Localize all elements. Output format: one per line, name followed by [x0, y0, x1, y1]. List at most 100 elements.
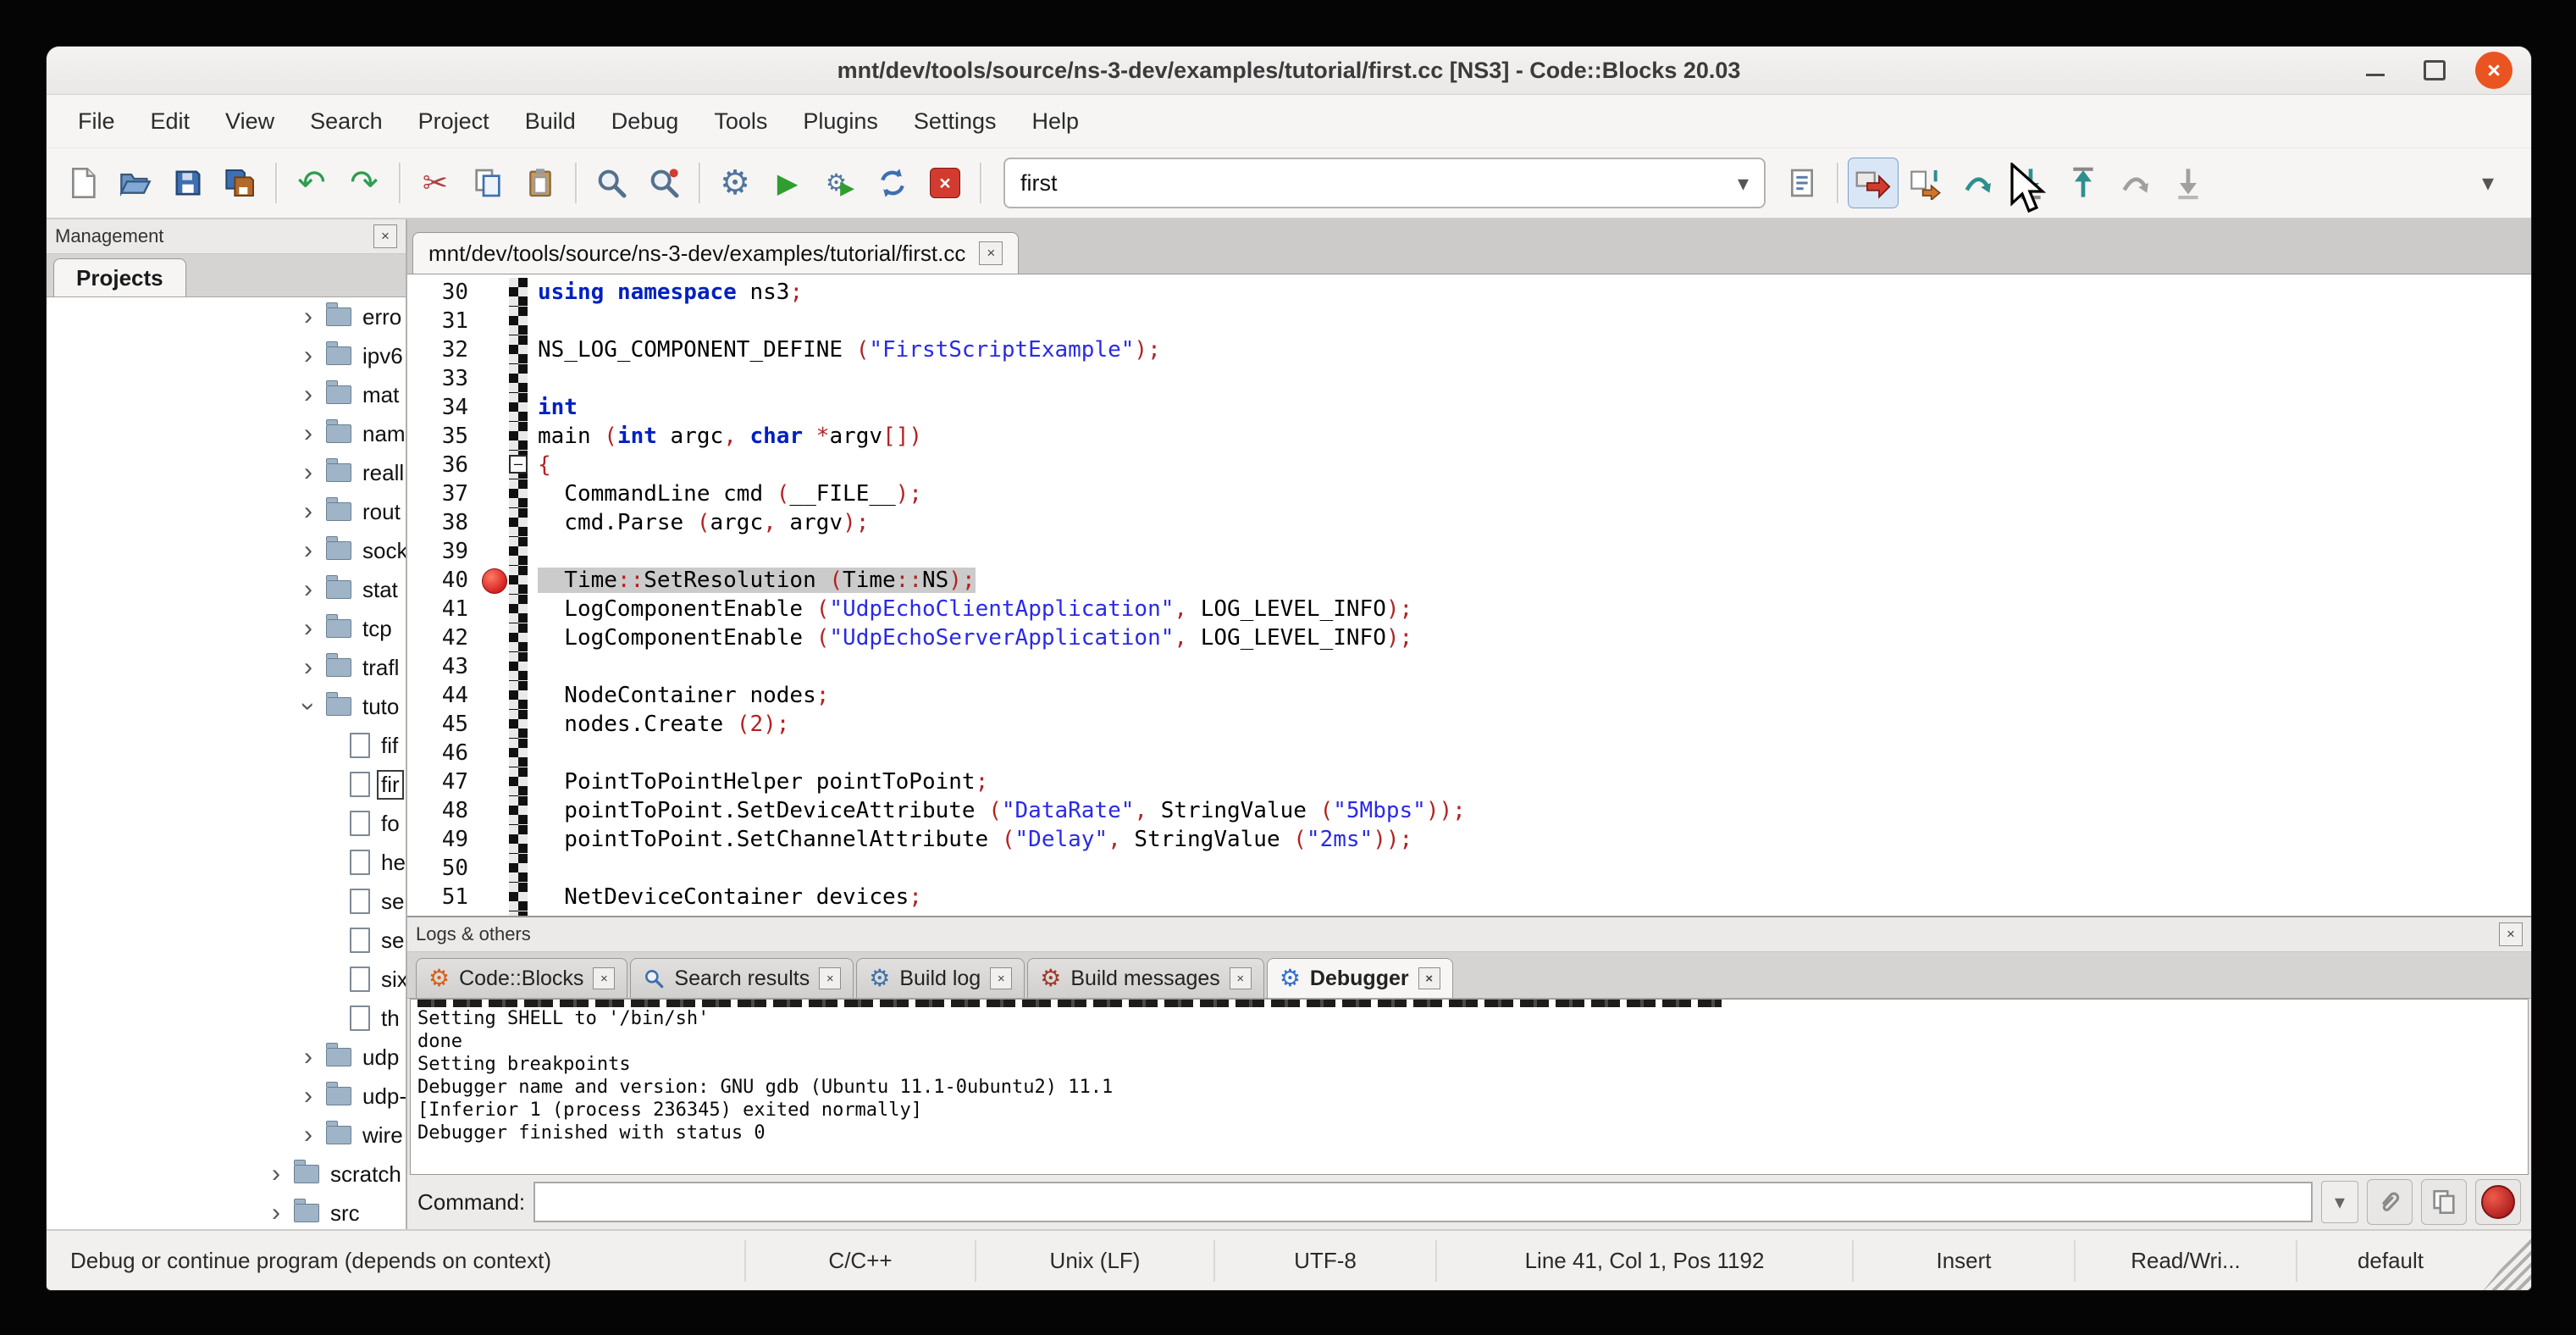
tree-item-six[interactable]: six: [47, 960, 406, 999]
menu-edit[interactable]: Edit: [133, 95, 208, 147]
breakpoint-margin[interactable]: [480, 854, 509, 883]
undo-button[interactable]: ↶: [287, 158, 336, 208]
tree-item-se[interactable]: se: [47, 921, 406, 960]
chevron-down-icon[interactable]: ▾: [1738, 170, 1749, 197]
maximize-button[interactable]: [2416, 52, 2453, 89]
tree-item-src[interactable]: ›src: [47, 1194, 406, 1229]
copy-log-button[interactable]: [2421, 1179, 2467, 1225]
logs-tab-build-log[interactable]: ⚙Build log×: [856, 958, 1025, 998]
toolbar-options-button[interactable]: ▾: [2463, 158, 2512, 208]
breakpoint-margin[interactable]: [480, 479, 509, 508]
step-out-button[interactable]: [2059, 158, 2108, 208]
menu-build[interactable]: Build: [507, 95, 594, 147]
tree-item-udp[interactable]: ›udp: [47, 1038, 406, 1077]
code-editor[interactable]: 30using namespace ns3;3132NS_LOG_COMPONE…: [407, 274, 2531, 916]
tree-item-th[interactable]: th: [47, 999, 406, 1038]
close-tab-button[interactable]: ×: [990, 967, 1012, 989]
tree-item-mat[interactable]: ›mat: [47, 375, 406, 414]
fold-collapse-icon[interactable]: –: [509, 455, 528, 474]
search-combo[interactable]: first▾: [1003, 158, 1766, 208]
menu-help[interactable]: Help: [1014, 95, 1097, 147]
tree-item-erro[interactable]: ›erro: [47, 297, 406, 336]
breakpoint-margin[interactable]: [480, 393, 509, 422]
open-files-list-button[interactable]: [1777, 158, 1827, 208]
breakpoint-margin[interactable]: [480, 911, 509, 916]
chevron-right-icon[interactable]: ›: [297, 497, 319, 526]
save-all-button[interactable]: [216, 158, 265, 208]
build-and-run-button[interactable]: ⚙▶: [815, 158, 865, 208]
tree-item-scratch[interactable]: ›scratch: [47, 1155, 406, 1194]
tree-item-ipv6[interactable]: ›ipv6: [47, 336, 406, 375]
chevron-right-icon[interactable]: ›: [297, 419, 319, 448]
breakpoint-margin[interactable]: [480, 623, 509, 652]
tree-item-wire[interactable]: ›wire: [47, 1116, 406, 1155]
abort-button[interactable]: ×: [920, 158, 970, 208]
breakpoint-margin[interactable]: [480, 767, 509, 796]
close-tab-button[interactable]: ×: [593, 967, 615, 989]
build-button[interactable]: ⚙: [710, 158, 760, 208]
tree-item-fif[interactable]: fif: [47, 726, 406, 765]
command-history-button[interactable]: ▾: [2321, 1181, 2358, 1223]
editor-tab-first-cc[interactable]: mnt/dev/tools/source/ns-3-dev/examples/t…: [412, 232, 1019, 274]
save-button[interactable]: [163, 158, 213, 208]
next-line-button[interactable]: [1954, 158, 2003, 208]
chevron-right-icon[interactable]: ›: [265, 1199, 287, 1227]
breakpoint-margin[interactable]: [480, 825, 509, 854]
tab-projects[interactable]: Projects: [53, 258, 186, 296]
open-file-button[interactable]: [111, 158, 160, 208]
logs-tab-code-blocks[interactable]: ⚙Code::Blocks×: [416, 958, 627, 998]
menu-file[interactable]: File: [60, 95, 133, 147]
breakpoint-margin[interactable]: [480, 508, 509, 537]
menu-tools[interactable]: Tools: [696, 95, 785, 147]
breakpoint-margin[interactable]: [480, 652, 509, 681]
chevron-right-icon[interactable]: ›: [297, 536, 319, 565]
logs-tab-search-results[interactable]: Search results×: [630, 958, 854, 998]
next-instruction-button[interactable]: [2111, 158, 2160, 208]
command-input[interactable]: [533, 1182, 2313, 1222]
debug-continue-button[interactable]: [1849, 158, 1898, 208]
tree-item-trafl[interactable]: ›trafl: [47, 648, 406, 687]
resize-grip[interactable]: [2484, 1231, 2531, 1290]
stop-debugger-button[interactable]: [2475, 1179, 2521, 1225]
close-management-button[interactable]: ×: [373, 224, 397, 248]
breakpoint-margin[interactable]: [480, 566, 509, 595]
tree-item-rout[interactable]: ›rout: [47, 492, 406, 531]
chevron-right-icon[interactable]: ›: [297, 302, 319, 331]
menu-plugins[interactable]: Plugins: [785, 95, 896, 147]
close-tab-button[interactable]: ×: [1230, 967, 1252, 989]
close-tab-button[interactable]: ×: [819, 967, 841, 989]
tree-item-fo[interactable]: fo: [47, 804, 406, 843]
close-editor-tab-button[interactable]: ×: [979, 241, 1003, 265]
breakpoint-margin[interactable]: [480, 796, 509, 825]
run-to-cursor-button[interactable]: [1901, 158, 1950, 208]
chevron-right-icon[interactable]: ›: [297, 575, 319, 604]
breakpoint-margin[interactable]: [480, 364, 509, 393]
run-button[interactable]: ▶: [763, 158, 812, 208]
chevron-right-icon[interactable]: ›: [297, 458, 319, 487]
breakpoint-margin[interactable]: [480, 537, 509, 566]
minimize-button[interactable]: [2357, 52, 2394, 89]
tree-item-udp-[interactable]: ›udp-: [47, 1077, 406, 1116]
logs-tab-build-messages[interactable]: ⚙Build messages×: [1027, 958, 1264, 998]
tree-item-reall[interactable]: ›reall: [47, 453, 406, 492]
chevron-right-icon[interactable]: ›: [297, 1121, 319, 1149]
tree-item-se[interactable]: se: [47, 882, 406, 921]
tree-item-tuto[interactable]: ›tuto: [47, 687, 406, 726]
attach-button[interactable]: [2367, 1179, 2413, 1225]
breakpoint-margin[interactable]: [480, 422, 509, 451]
menu-settings[interactable]: Settings: [896, 95, 1014, 147]
breakpoint-margin[interactable]: [480, 451, 509, 479]
find-in-files-button[interactable]: [639, 158, 688, 208]
chevron-right-icon[interactable]: ›: [297, 341, 319, 370]
tree-item-fir[interactable]: fir: [47, 765, 406, 804]
breakpoint-margin[interactable]: [480, 681, 509, 710]
chevron-right-icon[interactable]: ›: [297, 653, 319, 682]
debugger-output[interactable]: Setting SHELL to '/bin/sh'doneSetting br…: [410, 999, 2529, 1175]
breakpoint-margin[interactable]: [480, 307, 509, 335]
step-into-instruction-button[interactable]: [2164, 158, 2213, 208]
cut-button[interactable]: ✂: [411, 158, 460, 208]
menu-debug[interactable]: Debug: [594, 95, 697, 147]
chevron-right-icon[interactable]: ›: [265, 1160, 287, 1188]
copy-button[interactable]: [463, 158, 512, 208]
tree-item-he[interactable]: he: [47, 843, 406, 882]
